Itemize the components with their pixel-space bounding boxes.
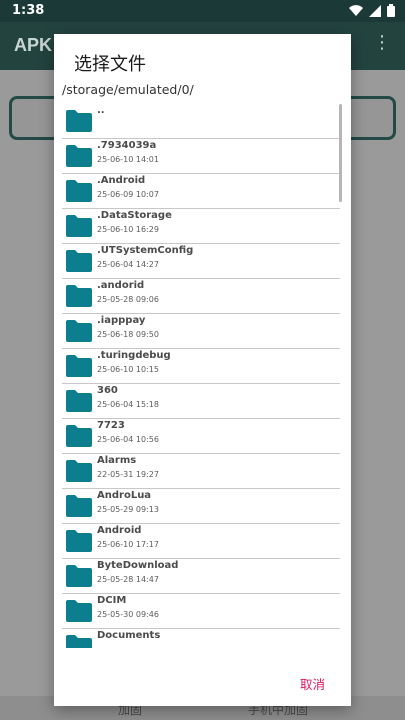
file-list-item[interactable]: .andorid 25-05-28 09:06 <box>62 279 340 314</box>
folder-icon <box>66 635 92 648</box>
file-list-item[interactable]: Android 25-06-10 17:17 <box>62 524 340 559</box>
file-list-item[interactable]: Documents <box>62 629 340 648</box>
file-name: .turingdebug <box>97 350 171 361</box>
file-date: 25-06-04 14:27 <box>97 260 159 269</box>
file-name: .7934039a <box>97 140 157 151</box>
battery-icon <box>387 4 395 17</box>
file-list-item[interactable]: AndroLua 25-05-29 09:13 <box>62 489 340 524</box>
file-name: .andorid <box>97 280 145 291</box>
file-list-item[interactable]: .turingdebug 25-06-10 10:15 <box>62 349 340 384</box>
file-name: ByteDownload <box>97 560 179 571</box>
file-name: Alarms <box>97 455 137 466</box>
folder-icon <box>66 285 92 307</box>
folder-icon <box>66 495 92 517</box>
file-date: 25-05-30 09:46 <box>97 610 159 619</box>
file-list-item[interactable]: .7934039a 25-06-10 14:01 <box>62 139 340 174</box>
file-date: 25-06-04 15:18 <box>97 400 159 409</box>
folder-icon <box>66 180 92 202</box>
file-name: .iapppay <box>97 315 146 326</box>
file-date: 25-06-10 10:15 <box>97 365 159 374</box>
file-date: 25-06-09 10:07 <box>97 190 159 199</box>
file-list-item[interactable]: .. <box>62 104 340 139</box>
file-list-item[interactable]: .iapppay 25-06-18 09:50 <box>62 314 340 349</box>
file-date: 25-06-18 09:50 <box>97 330 159 339</box>
status-bar: 1:38 <box>0 0 405 22</box>
file-list[interactable]: .. .7934039a 25-06-10 14:01 .Android 25-06-0… <box>62 104 343 648</box>
folder-icon <box>66 110 92 132</box>
file-date: 25-05-28 09:06 <box>97 295 159 304</box>
file-list-item[interactable]: Alarms 22-05-31 19:27 <box>62 454 340 489</box>
file-date: 25-05-29 09:13 <box>97 505 159 514</box>
file-date: 25-06-04 10:56 <box>97 435 159 444</box>
file-name: DCIM <box>97 595 127 606</box>
file-list-item[interactable]: ByteDownload 25-05-28 14:47 <box>62 559 340 594</box>
folder-icon <box>66 355 92 377</box>
file-name: .. <box>97 105 105 116</box>
dialog-title: 选择文件 <box>74 54 146 75</box>
file-name: .UTSystemConfig <box>97 245 194 256</box>
file-name: Documents <box>97 630 161 641</box>
file-date: 25-06-10 14:01 <box>97 155 159 164</box>
file-list-item[interactable]: .DataStorage 25-06-10 16:29 <box>62 209 340 244</box>
file-list-item[interactable]: .Android 25-06-09 10:07 <box>62 174 340 209</box>
folder-icon <box>66 600 92 622</box>
file-date: 25-05-28 14:47 <box>97 575 159 584</box>
file-name: .Android <box>97 175 146 186</box>
folder-icon <box>66 320 92 342</box>
folder-icon <box>66 425 92 447</box>
file-name: 360 <box>97 385 118 396</box>
file-name: Android <box>97 525 142 536</box>
scrollbar[interactable] <box>339 104 342 202</box>
more-options-icon[interactable]: ⋮ <box>373 32 391 53</box>
folder-icon <box>66 565 92 587</box>
file-date: 22-05-31 19:27 <box>97 470 159 479</box>
folder-icon <box>66 215 92 237</box>
file-name: 7723 <box>97 420 125 431</box>
folder-icon <box>66 250 92 272</box>
folder-icon <box>66 145 92 167</box>
folder-icon <box>66 460 92 482</box>
status-time: 1:38 <box>12 3 45 18</box>
file-name: AndroLua <box>97 490 152 501</box>
wifi-icon <box>349 4 363 16</box>
file-date: 25-06-10 17:17 <box>97 540 159 549</box>
folder-icon <box>66 390 92 412</box>
cancel-button[interactable]: 取消 <box>300 674 325 693</box>
file-list-item[interactable]: .UTSystemConfig 25-06-04 14:27 <box>62 244 340 279</box>
current-path: /storage/emulated/0/ <box>62 82 194 97</box>
file-picker-dialog: 选择文件 /storage/emulated/0/ .. .7934039a 25-… <box>54 34 351 706</box>
file-date: 25-06-10 16:29 <box>97 225 159 234</box>
file-name: .DataStorage <box>97 210 172 221</box>
file-list-item[interactable]: 360 25-06-04 15:18 <box>62 384 340 419</box>
folder-icon <box>66 530 92 552</box>
file-list-item[interactable]: 7723 25-06-04 10:56 <box>62 419 340 454</box>
signal-icon <box>369 4 381 17</box>
file-list-item[interactable]: DCIM 25-05-30 09:46 <box>62 594 340 629</box>
status-icons <box>349 4 395 17</box>
